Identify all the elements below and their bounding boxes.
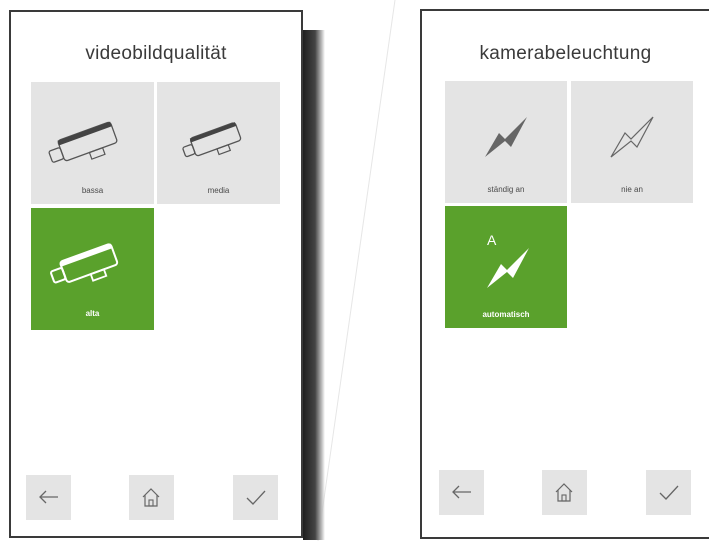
page-title: kamerabeleuchtung	[479, 43, 652, 64]
back-button[interactable]	[439, 470, 484, 515]
option-tile-always-on[interactable]: ständig an	[445, 81, 567, 203]
home-button[interactable]	[542, 470, 587, 515]
option-label: automatisch	[482, 310, 530, 319]
option-tile-never-on[interactable]: nie an	[571, 81, 693, 203]
option-tile-media[interactable]: media	[157, 82, 280, 204]
option-tile-automatic[interactable]: A automatisch	[445, 206, 567, 328]
option-label: nie an	[621, 185, 643, 194]
checkmark-icon	[246, 490, 266, 505]
page-title: videobildqualität	[85, 43, 227, 64]
home-icon	[555, 483, 573, 502]
option-label: bassa	[81, 186, 104, 195]
option-label: media	[207, 186, 230, 195]
confirm-button[interactable]	[646, 470, 691, 515]
arrow-left-icon	[452, 485, 471, 499]
camera-lighting-screen: kamerabeleuchtung ständig an nie an A au…	[420, 9, 709, 539]
back-button[interactable]	[26, 475, 71, 520]
option-tile-alta[interactable]: alta	[31, 208, 154, 330]
checkmark-icon	[659, 485, 679, 500]
device-shadow	[303, 30, 325, 540]
home-button[interactable]	[129, 475, 174, 520]
home-icon	[142, 488, 160, 507]
option-tile-bassa[interactable]: bassa	[31, 82, 154, 204]
video-quality-screen: videobildqualität bassa media alta	[9, 10, 303, 538]
option-label: ständig an	[487, 185, 525, 194]
option-label: alta	[85, 309, 100, 318]
confirm-button[interactable]	[233, 475, 278, 520]
arrow-left-icon	[39, 490, 58, 504]
